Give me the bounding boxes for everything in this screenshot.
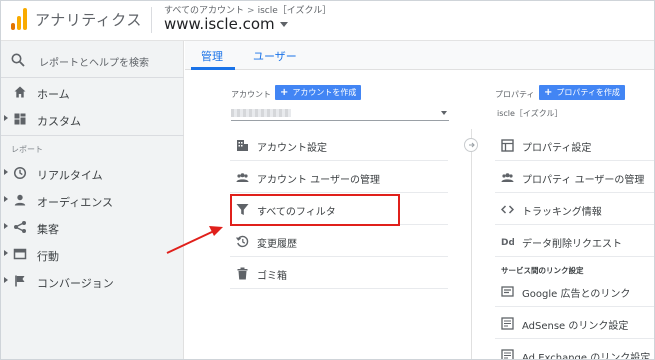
create-property-button[interactable]: + プロパティを作成	[539, 85, 625, 100]
menu-item-label: Ad Exchange のリンク設定	[522, 353, 651, 360]
property-selector[interactable]: www.iscle.com	[164, 15, 288, 33]
sidebar-item-label: 行動	[37, 250, 59, 263]
sidebar-item-conversions[interactable]: コンバージョン	[1, 269, 184, 293]
menu-item-label: プロパティ ユーザーの管理	[522, 175, 645, 186]
search-icon	[11, 53, 25, 67]
chevron-down-icon	[441, 111, 447, 115]
dd-icon: Dd	[501, 238, 514, 248]
expand-arrow-icon	[4, 115, 8, 121]
flag-icon	[15, 275, 25, 287]
people-icon	[236, 173, 249, 182]
expand-arrow-icon	[4, 169, 8, 175]
menu-item-label: トラッキング情報	[522, 207, 602, 218]
sidebar-item-acquisition[interactable]: 集客	[1, 215, 184, 239]
account-column-heading: アカウント	[231, 90, 271, 99]
behavior-window-icon	[13, 248, 27, 260]
create-account-button[interactable]: + アカウントを作成	[275, 85, 362, 100]
tab-admin[interactable]: 管理	[201, 48, 223, 64]
menu-item-label: Google 広告とのリンク	[522, 289, 631, 300]
property-column-heading: プロパティ	[495, 90, 535, 99]
ads-link-icon	[501, 286, 514, 297]
property-name: www.iscle.com	[164, 15, 275, 33]
sidebar-item-label: 集客	[37, 223, 59, 236]
acquisition-icon	[14, 221, 26, 233]
trash-icon	[237, 267, 248, 280]
adsense-link-icon	[501, 317, 514, 330]
menu-item-label: データ削除リクエスト	[522, 239, 622, 250]
property-user-management-item[interactable]: プロパティ ユーザーの管理	[495, 161, 654, 193]
sidebar-search[interactable]: レポートとヘルプを検索	[1, 45, 184, 75]
annotation-highlight-box	[230, 194, 400, 226]
menu-item-label: アカウント ユーザーの管理	[257, 175, 380, 186]
sidebar-item-behavior[interactable]: 行動	[1, 242, 184, 266]
sidebar-item-label: ホーム	[37, 88, 70, 101]
svg-text:Dd: Dd	[501, 238, 514, 248]
home-icon	[14, 86, 26, 98]
account-user-management-item[interactable]: アカウント ユーザーの管理	[230, 161, 448, 193]
top-header: アナリティクス すべてのアカウント > iscle［イズクル］ www.iscle.…	[1, 1, 654, 41]
account-settings-item[interactable]: アカウント設定	[230, 129, 448, 161]
active-tab-indicator	[191, 67, 235, 70]
sidebar-item-label: リアルタイム	[37, 169, 103, 182]
tracking-info-item[interactable]: トラッキング情報	[495, 193, 654, 225]
data-deletion-request-item[interactable]: Dd データ削除リクエスト	[495, 225, 654, 257]
column-divider	[471, 129, 472, 359]
ad-exchange-link-item[interactable]: Ad Exchange のリンク設定	[495, 339, 654, 360]
adsense-link-item[interactable]: AdSense のリンク設定	[495, 307, 654, 339]
trash-item[interactable]: ゴミ箱	[230, 257, 448, 289]
building-icon	[237, 140, 248, 151]
history-icon	[236, 235, 249, 248]
tab-user[interactable]: ユーザー	[253, 48, 297, 64]
sidebar-divider	[1, 135, 184, 136]
menu-item-label: ゴミ箱	[257, 271, 287, 282]
reports-section-label: レポート	[11, 145, 43, 154]
sidebar: レポートとヘルプを検索 ホーム カスタム レポート リアルタイム オーディエンス…	[1, 41, 184, 359]
menu-item-label: AdSense のリンク設定	[522, 321, 629, 332]
google-ads-link-item[interactable]: Google 広告とのリンク	[495, 275, 654, 307]
menu-item-label: アカウント設定	[257, 143, 327, 154]
sidebar-item-audience[interactable]: オーディエンス	[1, 188, 184, 212]
header-divider	[151, 7, 152, 33]
account-select[interactable]	[231, 105, 449, 121]
person-icon	[14, 194, 26, 206]
chevron-down-icon	[279, 22, 288, 27]
blurred-account-name	[231, 109, 291, 117]
sidebar-divider	[1, 77, 184, 78]
change-history-item[interactable]: 変更履歴	[230, 225, 448, 257]
people-icon	[501, 173, 514, 182]
plus-icon: +	[280, 87, 289, 98]
window-icon	[501, 139, 514, 152]
plus-icon: +	[544, 87, 553, 98]
create-property-label: プロパティを作成	[556, 88, 620, 97]
expand-arrow-icon	[4, 196, 8, 202]
property-select[interactable]: iscle［イズクル］	[497, 108, 562, 119]
menu-item-label: 変更履歴	[257, 239, 297, 250]
dashboard-grid-icon	[14, 113, 26, 125]
admin-tabs: 管理 ユーザー	[185, 41, 654, 70]
sidebar-item-label: コンバージョン	[37, 277, 114, 290]
menu-item-label: プロパティ設定	[522, 143, 592, 154]
expand-arrow-icon	[4, 277, 8, 283]
property-settings-item[interactable]: プロパティ設定	[495, 129, 654, 161]
sidebar-item-realtime[interactable]: リアルタイム	[1, 161, 184, 185]
chevron-right-icon	[469, 142, 475, 148]
clock-icon	[13, 166, 27, 180]
sidebar-item-label: カスタム	[37, 115, 81, 128]
sidebar-item-custom[interactable]: カスタム	[1, 107, 184, 131]
sidebar-item-home[interactable]: ホーム	[1, 80, 184, 104]
analytics-logo-icon[interactable]	[11, 8, 27, 30]
column-toggle-button[interactable]	[464, 138, 478, 152]
search-label: レポートとヘルプを検索	[39, 58, 149, 69]
app-title: アナリティクス	[35, 11, 142, 29]
sidebar-item-label: オーディエンス	[37, 196, 114, 209]
create-account-label: アカウントを作成	[292, 88, 357, 97]
expand-arrow-icon	[4, 223, 8, 229]
expand-arrow-icon	[4, 250, 8, 256]
analytics-window: アナリティクス すべてのアカウント > iscle［イズクル］ www.iscle.…	[0, 0, 655, 360]
adx-link-icon	[501, 349, 514, 359]
code-icon	[501, 205, 514, 214]
